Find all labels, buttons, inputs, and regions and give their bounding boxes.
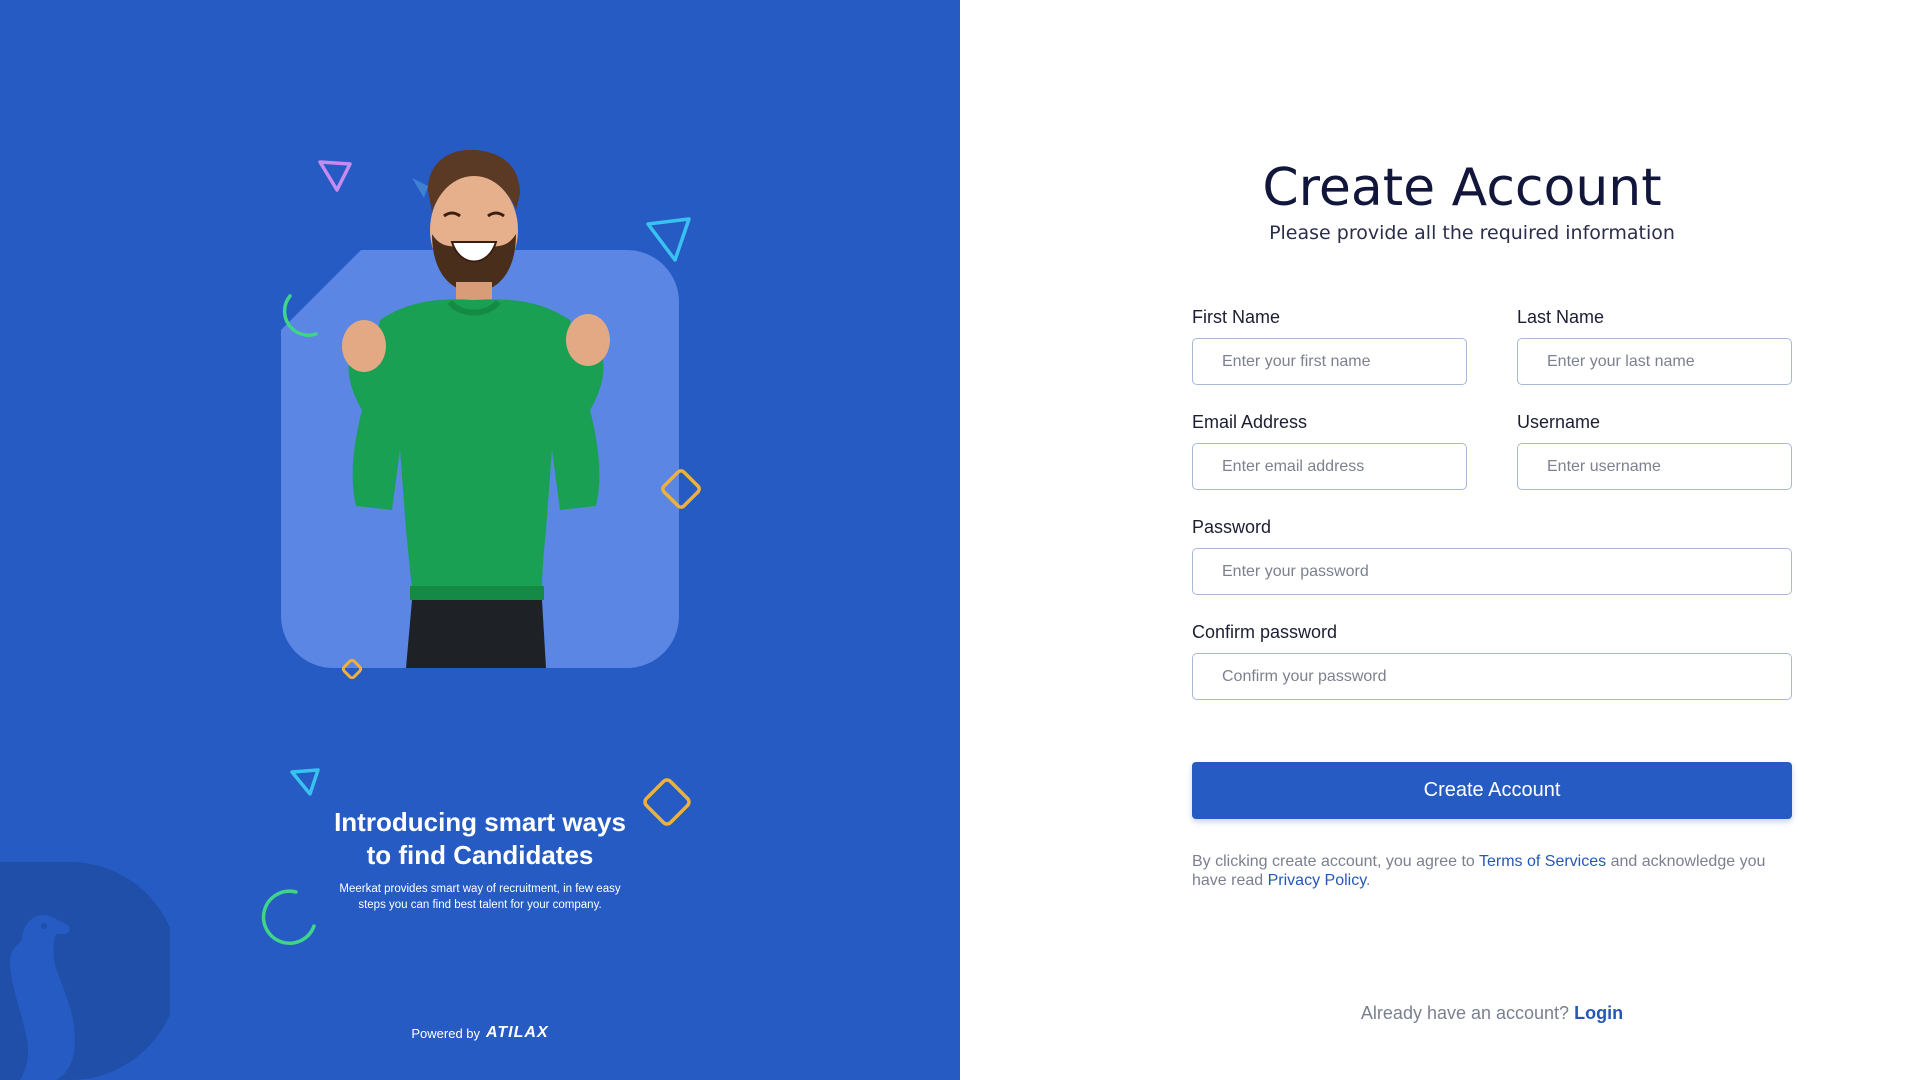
password-label: Password (1192, 517, 1272, 537)
terms-prefix: By clicking create account, you agree to (1192, 853, 1475, 870)
terms-notice: By clicking create account, you agree to… (1192, 852, 1792, 890)
page-subtitle: Please provide all the required informat… (1269, 222, 1675, 244)
last-name-label: Last Name (1517, 307, 1605, 327)
last-name-input[interactable] (1517, 338, 1792, 385)
arc-green-icon (282, 294, 318, 337)
hero-person-image (342, 150, 610, 668)
email-input[interactable] (1192, 443, 1467, 490)
email-label: Email Address (1192, 412, 1308, 432)
privacy-policy-link[interactable]: Privacy Policy (1268, 872, 1366, 889)
first-name-input[interactable] (1192, 338, 1467, 385)
confirm-password-label: Confirm password (1192, 622, 1338, 642)
login-link[interactable]: Login (1574, 1003, 1623, 1023)
hero-panel: Introducing smart ways to find Candidate… (0, 0, 960, 1080)
hero-heading: Introducing smart ways to find Candidate… (280, 806, 680, 872)
triangle-cyan-icon (646, 217, 691, 262)
login-prompt: Already have an account? Login (1192, 1003, 1792, 1024)
hero-heading-line1: Introducing smart ways (334, 807, 626, 837)
terms-suffix: . (1366, 872, 1371, 889)
login-prompt-text: Already have an account? (1360, 1003, 1570, 1023)
first-name-label: First Name (1192, 307, 1281, 327)
page-title: Create Account (1262, 158, 1662, 218)
username-input[interactable] (1517, 443, 1792, 490)
diamond-orange-icon (661, 469, 701, 509)
powered-by-label: Powered by (411, 1025, 481, 1041)
meerkat-logo-icon (0, 862, 170, 1080)
password-input[interactable] (1192, 548, 1792, 595)
hero-subtext-line2: steps you can find best talent for your … (358, 899, 602, 911)
hero-subtext-line1: Meerkat provides smart way of recruitmen… (339, 883, 621, 895)
hero-subtext: Meerkat provides smart way of recruitmen… (320, 881, 640, 913)
arc-green-bottom-icon (261, 889, 316, 945)
brand-logo: ATILAX (486, 1024, 549, 1041)
triangle-small-cyan-icon (290, 768, 320, 796)
powered-by: Powered by ATILAX (0, 1024, 960, 1042)
create-account-button[interactable]: Create Account (1192, 762, 1792, 819)
hero-heading-line2: to find Candidates (366, 840, 594, 870)
terms-of-service-link[interactable]: Terms of Services (1479, 853, 1606, 870)
confirm-password-input[interactable] (1192, 653, 1792, 700)
username-label: Username (1517, 412, 1601, 432)
